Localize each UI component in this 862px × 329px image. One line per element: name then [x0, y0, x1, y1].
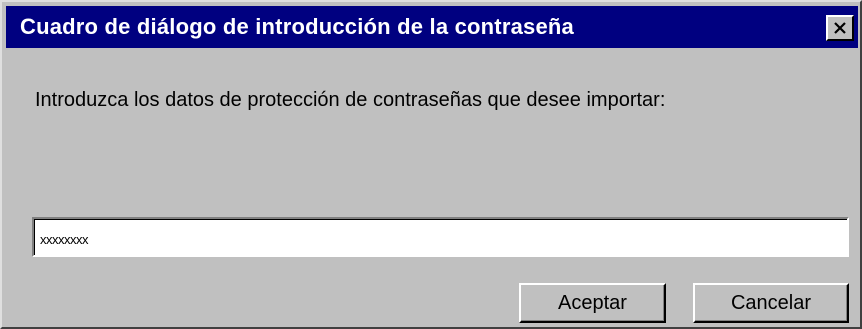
close-button[interactable]: [826, 15, 854, 41]
title-bar[interactable]: Cuadro de diálogo de introducción de la …: [6, 6, 858, 48]
dialog-title: Cuadro de diálogo de introducción de la …: [20, 14, 574, 39]
password-dialog: Cuadro de diálogo de introducción de la …: [0, 0, 862, 329]
password-value: xxxxxxxx: [40, 232, 89, 247]
accept-button[interactable]: Aceptar: [519, 283, 666, 323]
close-icon: [833, 22, 847, 34]
password-input[interactable]: xxxxxxxx: [32, 217, 849, 257]
prompt-label: Introduzca los datos de protección de co…: [35, 89, 666, 111]
cancel-button[interactable]: Cancelar: [693, 283, 849, 323]
